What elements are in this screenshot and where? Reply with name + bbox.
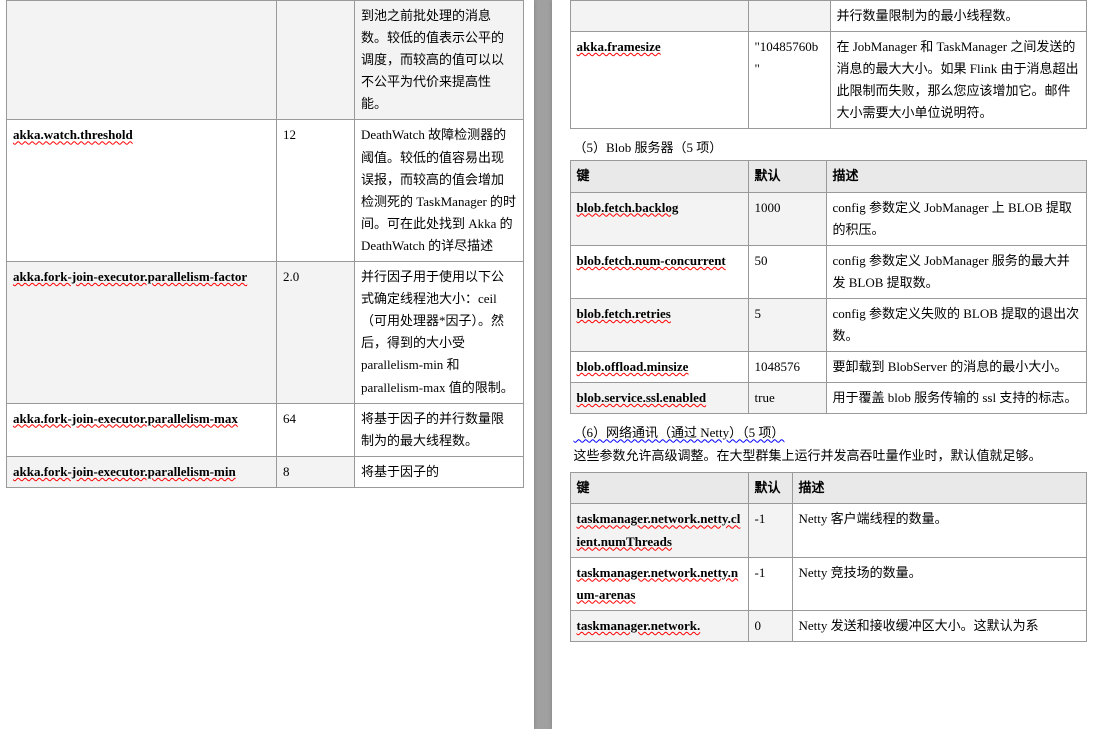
cell-key (570, 1, 748, 32)
cell-desc: Netty 竞技场的数量。 (792, 557, 1087, 610)
table-row: akka.watch.threshold 12 DeathWatch 故障检测器… (7, 120, 524, 262)
section-note-6: 这些参数允许高级调整。在大型群集上运行并发高吞吐量作业时，默认值就足够。 (574, 445, 1088, 464)
section-heading-6: （6）网络通讯（通过 Netty）（5 项） (574, 422, 1088, 441)
table-blob: 键 默认 描述 blob.fetch.backlog 1000 config 参… (570, 160, 1088, 414)
cell-key: blob.service.ssl.enabled (570, 383, 748, 414)
table-row: taskmanager.network.netty.num-arenas -1 … (570, 557, 1087, 610)
cell-desc: 并行因子用于使用以下公式确定线程池大小：ceil（可用处理器*因子）。然后，得到… (355, 262, 524, 404)
table-akka: 到池之前批处理的消息数。较低的值表示公平的调度，而较高的值可以以不公平为代价来提… (6, 0, 524, 488)
cell-val (277, 1, 355, 120)
page-left: 到池之前批处理的消息数。较低的值表示公平的调度，而较高的值可以以不公平为代价来提… (0, 0, 534, 729)
cell-desc: 将基于因子的并行数量限制为的最大线程数。 (355, 403, 524, 456)
cell-key: akka.watch.threshold (7, 120, 277, 262)
cell-key: blob.fetch.retries (570, 298, 748, 351)
cell-val: 50 (748, 245, 826, 298)
cell-desc: config 参数定义 JobManager 服务的最大并发 BLOB 提取数。 (826, 245, 1087, 298)
th-key: 键 (570, 473, 748, 504)
cell-desc: 并行数量限制为的最小线程数。 (830, 1, 1087, 32)
th-default: 默认 (748, 161, 826, 192)
table-row: blob.fetch.num-concurrent 50 config 参数定义… (570, 245, 1087, 298)
cell-val: 1048576 (748, 352, 826, 383)
table-row: 到池之前批处理的消息数。较低的值表示公平的调度，而较高的值可以以不公平为代价来提… (7, 1, 524, 120)
table-row: akka.framesize "10485760b" 在 JobManager … (570, 32, 1087, 129)
table-netty: 键 默认 描述 taskmanager.network.netty.client… (570, 472, 1088, 642)
table-akka-cont: 并行数量限制为的最小线程数。 akka.framesize "10485760b… (570, 0, 1088, 129)
cell-val: 0 (748, 610, 792, 641)
cell-val: 5 (748, 298, 826, 351)
table-row: taskmanager.network. 0 Netty 发送和接收缓冲区大小。… (570, 610, 1087, 641)
table-row: akka.fork-join-executor.parallelism-max … (7, 403, 524, 456)
cell-val: 1000 (748, 192, 826, 245)
cell-key: akka.fork-join-executor.parallelism-fact… (7, 262, 277, 404)
cell-key: blob.fetch.backlog (570, 192, 748, 245)
cell-key: akka.framesize (570, 32, 748, 129)
table-header-row: 键 默认 描述 (570, 161, 1087, 192)
table-row: akka.fork-join-executor.parallelism-min … (7, 456, 524, 487)
cell-desc: 将基于因子的 (355, 456, 524, 487)
th-key: 键 (570, 161, 748, 192)
cell-key: taskmanager.network. (570, 610, 748, 641)
cell-key (7, 1, 277, 120)
table-row: blob.offload.minsize 1048576 要卸载到 BlobSe… (570, 352, 1087, 383)
cell-val: 12 (277, 120, 355, 262)
cell-desc: config 参数定义失败的 BLOB 提取的退出次数。 (826, 298, 1087, 351)
cell-key: taskmanager.network.netty.client.numThre… (570, 504, 748, 557)
cell-key: akka.fork-join-executor.parallelism-max (7, 403, 277, 456)
table-row: blob.fetch.retries 5 config 参数定义失败的 BLOB… (570, 298, 1087, 351)
cell-desc: 在 JobManager 和 TaskManager 之间发送的消息的最大大小。… (830, 32, 1087, 129)
cell-val: true (748, 383, 826, 414)
cell-desc: 到池之前批处理的消息数。较低的值表示公平的调度，而较高的值可以以不公平为代价来提… (355, 1, 524, 120)
cell-key: akka.fork-join-executor.parallelism-min (7, 456, 277, 487)
th-default: 默认 (748, 473, 792, 504)
th-desc: 描述 (826, 161, 1087, 192)
cell-desc: Netty 客户端线程的数量。 (792, 504, 1087, 557)
cell-desc: 用于覆盖 blob 服务传输的 ssl 支持的标志。 (826, 383, 1087, 414)
table-row: blob.fetch.backlog 1000 config 参数定义 JobM… (570, 192, 1087, 245)
th-desc: 描述 (792, 473, 1087, 504)
section-heading-5: （5）Blob 服务器（5 项） (574, 137, 1088, 156)
cell-desc: 要卸载到 BlobServer 的消息的最小大小。 (826, 352, 1087, 383)
cell-val: 8 (277, 456, 355, 487)
table-header-row: 键 默认 描述 (570, 473, 1087, 504)
cell-val: 2.0 (277, 262, 355, 404)
cell-val: "10485760b" (748, 32, 830, 129)
cell-key: blob.offload.minsize (570, 352, 748, 383)
cell-val: 64 (277, 403, 355, 456)
table-row: taskmanager.network.netty.client.numThre… (570, 504, 1087, 557)
cell-key: blob.fetch.num-concurrent (570, 245, 748, 298)
cell-val: -1 (748, 557, 792, 610)
cell-desc: DeathWatch 故障检测器的阈值。较低的值容易出现误报，而较高的值会增加检… (355, 120, 524, 262)
table-row: akka.fork-join-executor.parallelism-fact… (7, 262, 524, 404)
table-row: blob.service.ssl.enabled true 用于覆盖 blob … (570, 383, 1087, 414)
cell-desc: Netty 发送和接收缓冲区大小。这默认为系 (792, 610, 1087, 641)
cell-val: -1 (748, 504, 792, 557)
cell-desc: config 参数定义 JobManager 上 BLOB 提取的积压。 (826, 192, 1087, 245)
page-right: 并行数量限制为的最小线程数。 akka.framesize "10485760b… (552, 0, 1097, 729)
cell-key: taskmanager.network.netty.num-arenas (570, 557, 748, 610)
cell-val (748, 1, 830, 32)
table-row: 并行数量限制为的最小线程数。 (570, 1, 1087, 32)
